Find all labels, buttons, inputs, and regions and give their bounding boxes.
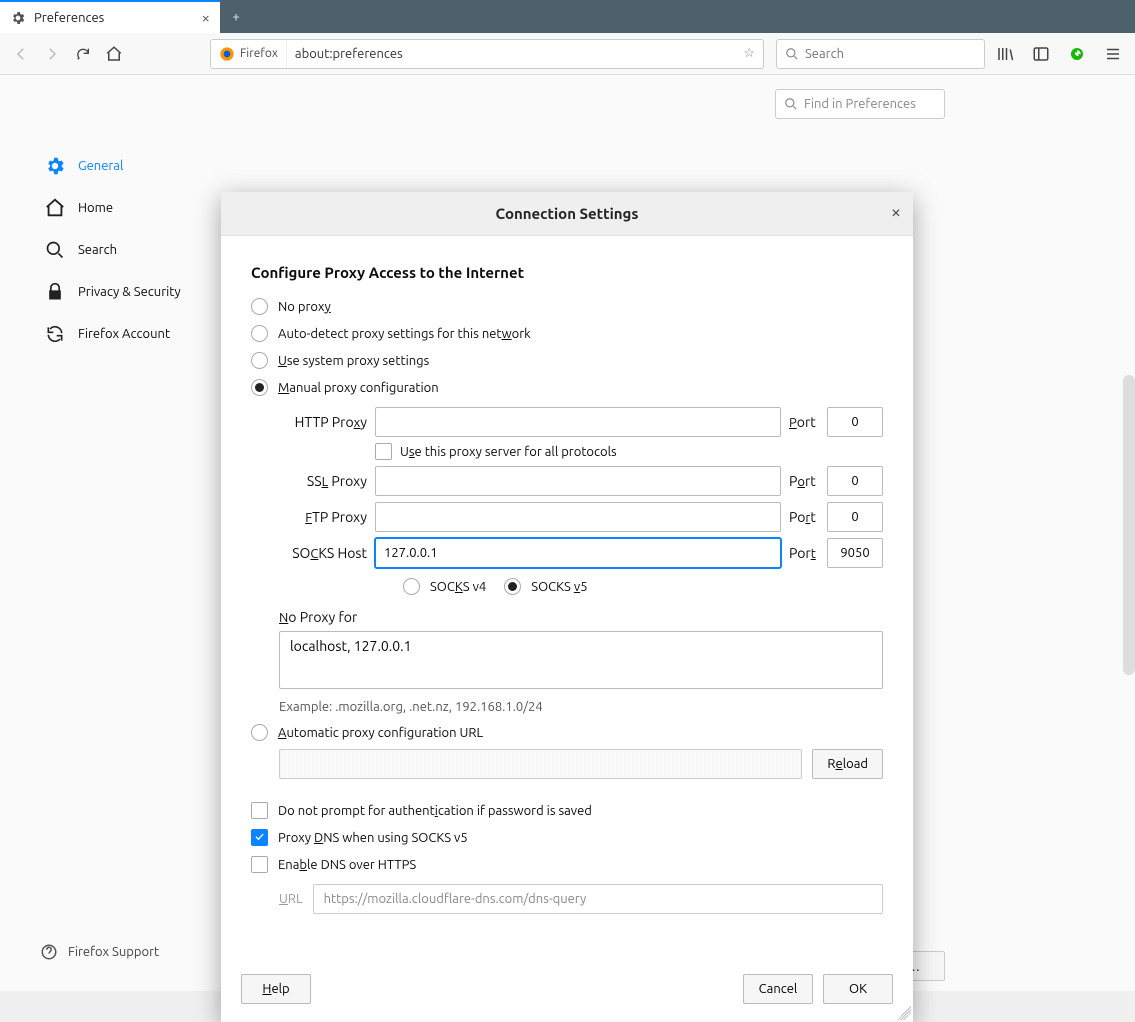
resize-grip-icon[interactable]	[897, 1006, 911, 1020]
radio-socks4[interactable]: SOCKS v4	[403, 578, 486, 595]
forward-button[interactable]	[39, 40, 64, 68]
radio-no-proxy[interactable]: No proxy	[251, 293, 883, 320]
new-tab-button[interactable]: +	[220, 0, 252, 33]
radio-icon	[251, 379, 268, 396]
radio-manual-proxy[interactable]: Manual proxy configuration	[251, 374, 883, 401]
dialog-backdrop: Connection Settings × Configure Proxy Ac…	[0, 75, 1135, 991]
url-text: about:preferences	[287, 47, 735, 61]
radio-icon	[403, 578, 420, 595]
http-proxy-label: HTTP Proxy	[279, 414, 367, 430]
checkbox-icon	[251, 802, 268, 819]
port-label: Port	[789, 414, 819, 430]
radio-icon	[251, 352, 268, 369]
no-proxy-textarea[interactable]	[279, 631, 883, 689]
radio-icon	[251, 325, 268, 342]
tab-preferences[interactable]: Preferences ×	[0, 0, 220, 33]
home-button[interactable]	[101, 40, 126, 68]
auto-config-url-input	[279, 749, 802, 779]
radio-icon	[251, 298, 268, 315]
gear-icon	[10, 10, 26, 26]
doh-url-input	[313, 884, 883, 914]
enable-doh-checkbox-row[interactable]: Enable DNS over HTTPS	[251, 851, 883, 878]
socks-host-input[interactable]	[375, 538, 781, 568]
radio-icon	[504, 578, 521, 595]
no-proxy-for-label: No Proxy for	[279, 609, 883, 625]
navigation-toolbar: Firefox about:preferences ☆	[0, 33, 1135, 75]
search-input[interactable]	[805, 47, 976, 61]
use-for-all-checkbox[interactable]	[375, 443, 392, 460]
help-button[interactable]: Help	[241, 974, 311, 1004]
identity-label: Firefox	[240, 47, 278, 60]
library-icon[interactable]	[991, 40, 1019, 68]
radio-system-proxy[interactable]: Use system proxy settings	[251, 347, 883, 374]
port-label: Port	[789, 509, 819, 525]
back-button[interactable]	[8, 40, 33, 68]
no-proxy-example: Example: .mozilla.org, .net.nz, 192.168.…	[279, 700, 883, 714]
identity-box[interactable]: Firefox	[211, 40, 287, 68]
dialog-title: Connection Settings	[496, 205, 639, 222]
http-proxy-input[interactable]	[375, 407, 781, 437]
port-label: Port	[789, 473, 819, 489]
dialog-close-icon[interactable]: ×	[891, 202, 901, 222]
doh-url-label: URL	[279, 892, 303, 906]
menu-icon[interactable]	[1099, 40, 1127, 68]
ssl-port-input[interactable]	[827, 466, 883, 496]
proxy-dns-checkbox-row[interactable]: Proxy DNS when using SOCKS v5	[251, 824, 883, 851]
bookmark-star-icon[interactable]: ☆	[735, 46, 763, 61]
tab-close-icon[interactable]: ×	[202, 9, 210, 26]
checkbox-icon	[251, 829, 268, 846]
socks-host-label: SOCKS Host	[279, 545, 367, 561]
connection-settings-dialog: Connection Settings × Configure Proxy Ac…	[221, 192, 913, 1022]
ssl-proxy-input[interactable]	[375, 466, 781, 496]
section-heading: Configure Proxy Access to the Internet	[251, 264, 883, 281]
socks-port-input[interactable]	[827, 538, 883, 568]
search-icon	[785, 47, 799, 61]
ssl-proxy-label: SSL Proxy	[279, 473, 367, 489]
radio-socks5[interactable]: SOCKS v5	[504, 578, 587, 595]
dialog-footer: Help Cancel OK	[221, 962, 913, 1022]
reload-pac-button[interactable]: Reload	[812, 749, 883, 779]
radio-icon	[251, 724, 268, 741]
extension-icon[interactable]	[1063, 40, 1091, 68]
dialog-header: Connection Settings ×	[221, 192, 913, 236]
radio-auto-detect[interactable]: Auto-detect proxy settings for this netw…	[251, 320, 883, 347]
reload-button[interactable]	[70, 40, 95, 68]
no-auth-prompt-checkbox-row[interactable]: Do not prompt for authentication if pass…	[251, 797, 883, 824]
checkbox-icon	[251, 856, 268, 873]
title-bar: Preferences × +	[0, 0, 1135, 33]
port-label: Port	[789, 545, 819, 561]
sidebar-toggle-icon[interactable]	[1027, 40, 1055, 68]
ok-button[interactable]: OK	[823, 974, 893, 1004]
url-bar[interactable]: Firefox about:preferences ☆	[210, 39, 764, 69]
ftp-proxy-input[interactable]	[375, 502, 781, 532]
cancel-button[interactable]: Cancel	[743, 974, 813, 1004]
radio-auto-config-url[interactable]: Automatic proxy configuration URL	[251, 724, 883, 741]
use-for-all-label: Use this proxy server for all protocols	[400, 445, 617, 459]
search-bar[interactable]	[776, 39, 985, 69]
tab-title: Preferences	[34, 11, 194, 25]
http-port-input[interactable]	[827, 407, 883, 437]
ftp-port-input[interactable]	[827, 502, 883, 532]
ftp-proxy-label: FTP Proxy	[279, 509, 367, 525]
preferences-page: Find in Preferences General Home Search …	[0, 75, 1135, 991]
